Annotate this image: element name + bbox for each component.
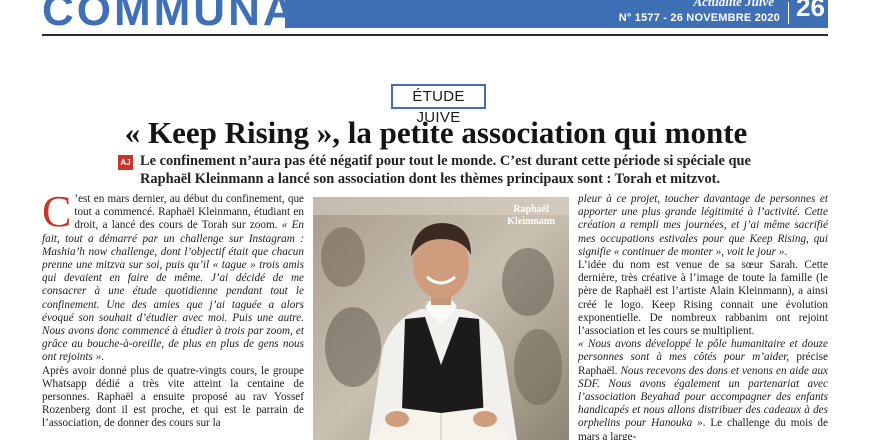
- paragraph: L’idée du nom est venue de sa sœur Sarah…: [578, 259, 828, 338]
- header-rule: [42, 34, 828, 36]
- quote-run: pleur à ce projet, toucher davantage de …: [578, 193, 828, 258]
- issue-date: N° 1577 - 26 NOVEMBRE 2020: [618, 12, 780, 24]
- rubric-label: ÉTUDE JUIVE: [391, 84, 486, 126]
- article-title: « Keep Rising », la petite association q…: [124, 115, 748, 150]
- quote-run: « En fait, tout a démarré par un challen…: [42, 219, 304, 364]
- page-number: 26: [796, 0, 825, 22]
- caption-line: Kleinmann: [507, 216, 555, 227]
- masthead-divider: [788, 2, 789, 24]
- article-column-left: C’est en mars dernier, au début du confi…: [42, 193, 304, 440]
- dropcap: C: [42, 193, 72, 236]
- photo-caption: Raphaël Kleinmann: [507, 204, 555, 228]
- article-column-right: pleur à ce projet, toucher davantage de …: [578, 193, 828, 440]
- text-run: ’est en mars dernier, au début du confin…: [74, 193, 304, 232]
- paragraph: « Nous avons développé le pôle humanitai…: [578, 338, 828, 440]
- masthead: COMMUNAUTÉ Actualité Juive N° 1577 - 26 …: [0, 0, 872, 35]
- paragraph: Après avoir donné plus de quatre-vingts …: [42, 364, 304, 430]
- portrait-illustration: [313, 197, 569, 440]
- publication-name: Actualité Juive: [693, 0, 774, 9]
- text-run: .: [101, 351, 105, 364]
- aj-logo-icon: AJ: [118, 155, 133, 170]
- portrait-photo: Raphaël Kleinmann: [313, 197, 569, 440]
- text-run: .: [784, 245, 788, 258]
- paragraph: C’est en mars dernier, au début du confi…: [42, 193, 304, 365]
- paragraph: pleur à ce projet, toucher davantage de …: [578, 193, 828, 259]
- article-lede: Le confinement n’aura pas été négatif po…: [140, 153, 751, 187]
- caption-line: Raphaël: [513, 204, 549, 215]
